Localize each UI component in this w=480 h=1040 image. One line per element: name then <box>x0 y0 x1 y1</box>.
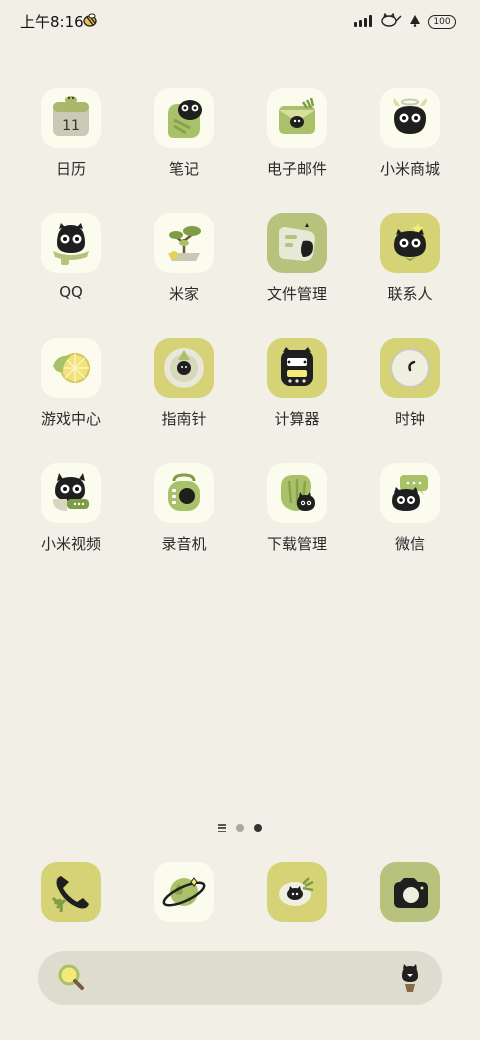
status-icons: 100 <box>354 12 456 31</box>
app-mi-video[interactable]: 小米视频 <box>16 463 126 554</box>
app-label: 电子邮件 <box>266 160 327 178</box>
mi-video-icon[interactable] <box>41 463 101 523</box>
phone-icon[interactable] <box>41 862 101 922</box>
app-file-manager[interactable]: 文件管理 <box>242 213 352 304</box>
app-label: 游戏中心 <box>40 410 101 428</box>
app-download-manager[interactable]: 下载管理 <box>242 463 352 554</box>
app-notes[interactable]: 笔记 <box>129 88 239 179</box>
app-compass[interactable]: 指南针 <box>129 338 239 429</box>
download-manager-icon[interactable] <box>267 463 327 523</box>
app-calculator[interactable]: 计算器 <box>242 338 352 429</box>
app-qq[interactable]: QQ <box>16 213 126 301</box>
app-label: 笔记 <box>168 160 199 178</box>
app-label: QQ <box>59 283 83 301</box>
app-calendar[interactable]: 11 日历 <box>16 88 126 179</box>
calendar-icon[interactable]: 11 <box>41 88 101 148</box>
battery-indicator: 100 <box>428 14 456 29</box>
app-label: 微信 <box>394 535 425 553</box>
plant-pot-icon[interactable] <box>398 962 422 998</box>
search-icon[interactable] <box>58 964 86 996</box>
page-dot-active[interactable] <box>254 824 262 832</box>
app-wechat[interactable]: 微信 <box>355 463 465 554</box>
app-label: 下载管理 <box>266 535 327 553</box>
recorder-icon[interactable] <box>154 463 214 523</box>
compass-icon[interactable] <box>154 338 214 398</box>
mi-store-icon[interactable] <box>380 88 440 148</box>
page-dot[interactable] <box>236 824 244 832</box>
app-mi-store[interactable]: 小米商城 <box>355 88 465 179</box>
app-recorder[interactable]: 录音机 <box>129 463 239 554</box>
app-label: 日历 <box>55 160 86 178</box>
app-label: 录音机 <box>161 535 207 553</box>
email-icon[interactable] <box>267 88 327 148</box>
status-bar: 上午8:16 100 <box>0 0 480 42</box>
app-game-center[interactable]: 游戏中心 <box>16 338 126 429</box>
app-label: 联系人 <box>387 285 433 303</box>
app-label: 文件管理 <box>266 285 327 303</box>
calculator-icon[interactable] <box>267 338 327 398</box>
app-email[interactable]: 电子邮件 <box>242 88 352 179</box>
messages-icon[interactable] <box>267 862 327 922</box>
app-label: 指南针 <box>161 410 207 428</box>
app-clock[interactable]: 时钟 <box>355 338 465 429</box>
browser-icon[interactable] <box>154 862 214 922</box>
app-label: 时钟 <box>394 410 425 428</box>
bee-icon <box>82 12 98 32</box>
wifi-cat-icon <box>380 12 402 31</box>
page-indicator[interactable] <box>0 824 480 832</box>
mijia-icon[interactable] <box>154 213 214 273</box>
status-time: 上午8:16 <box>20 13 84 31</box>
app-label: 小米视频 <box>40 535 101 553</box>
file-manager-icon[interactable] <box>267 213 327 273</box>
qq-icon[interactable] <box>41 213 101 273</box>
game-center-icon[interactable] <box>41 338 101 398</box>
search-bar[interactable] <box>38 951 442 1005</box>
contacts-icon[interactable] <box>380 213 440 273</box>
app-mijia[interactable]: 米家 <box>129 213 239 304</box>
calendar-day: 11 <box>62 118 80 134</box>
app-label: 计算器 <box>274 410 320 428</box>
app-label: 小米商城 <box>379 160 440 178</box>
page-list-icon[interactable] <box>218 824 226 832</box>
wechat-icon[interactable] <box>380 463 440 523</box>
bell-icon <box>408 12 422 31</box>
signal-icon <box>354 12 374 31</box>
camera-icon[interactable] <box>380 862 440 922</box>
clock-icon[interactable] <box>380 338 440 398</box>
notes-icon[interactable] <box>154 88 214 148</box>
app-label: 米家 <box>168 285 199 303</box>
app-contacts[interactable]: 联系人 <box>355 213 465 304</box>
